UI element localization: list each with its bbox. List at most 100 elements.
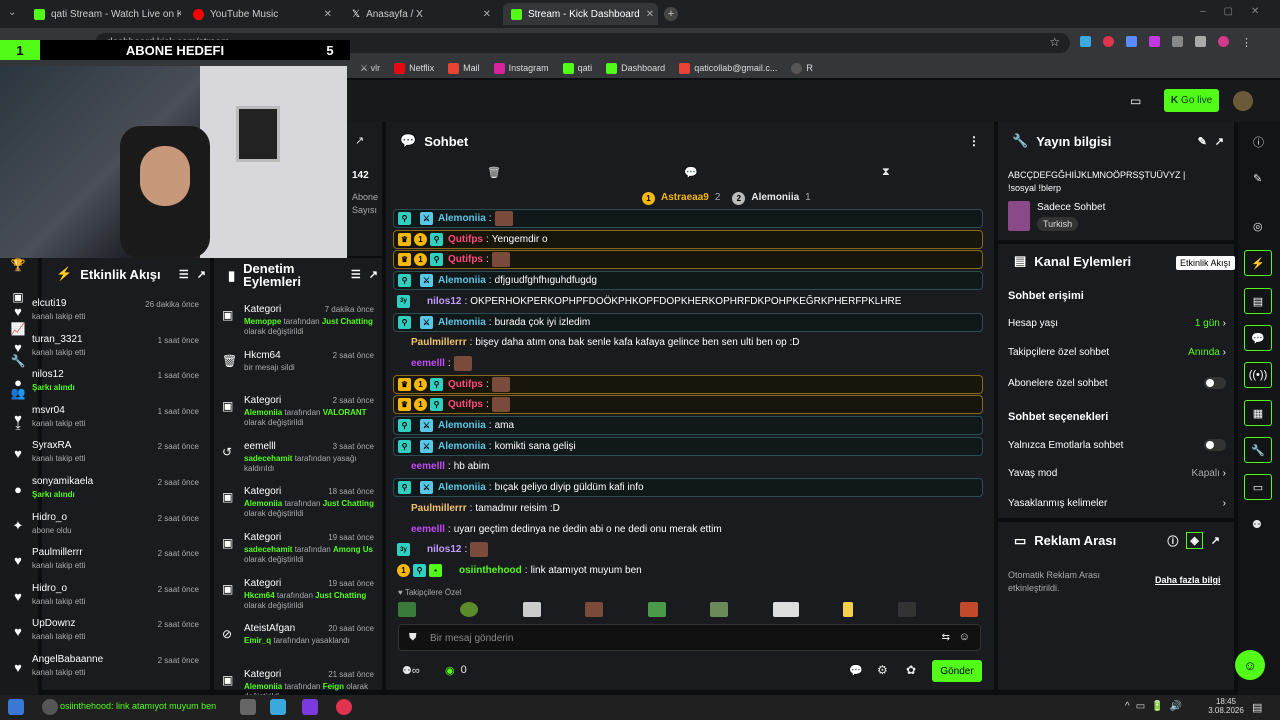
menu-dots-icon[interactable]: ⋮ [1241,36,1252,49]
emote-only-toggle[interactable] [1204,439,1226,451]
extension-icon[interactable] [1080,36,1091,47]
bookmark-qati[interactable]: qati [562,62,592,74]
emote-icon[interactable] [585,602,604,617]
hourglass-icon[interactable]: ⧗ [882,166,890,179]
emote-icon[interactable] [897,602,916,617]
chat-message[interactable]: ⚲ ⚔ Alemoniia: burada çok iyi izledim [393,312,983,332]
tab-kick-stream[interactable]: qati Stream - Watch Live on Kic✕ [26,3,181,25]
close-icon[interactable]: ✕ [646,9,654,20]
clock[interactable]: 18:45 3.08.2026 [1208,697,1244,715]
extension-icon[interactable] [1149,36,1160,47]
menu-dots-icon[interactable]: ⋮ [968,134,980,148]
mod-action-item[interactable]: 🗑 Hkcm64 2 saat önce bir mesajı sildi [218,348,376,394]
chat-message[interactable]: ♛ 1 ⚲ Qutifps: [393,250,983,270]
chat-message[interactable]: ♛ 1 ⚲ Qutifps: Yengemdir o [393,229,983,249]
channel-points[interactable]: ◉ 0 [445,664,467,677]
ad-settings-icon[interactable]: ◈ [1186,532,1203,549]
chat-message[interactable]: 1 ⚲ ▪ osiinthehood: link atamıyot muyum ben [393,561,983,580]
taskbar-app-icon[interactable] [240,699,256,715]
chat-message[interactable]: eemelll: [393,354,983,373]
popout-icon[interactable]: ↗ [369,269,378,282]
subscribers-only-toggle[interactable] [1204,377,1226,389]
gift-icon[interactable]: ✿ [906,663,916,677]
ad-break-toggle[interactable]: ▭ [1244,474,1272,500]
start-icon[interactable] [8,699,24,715]
close-icon[interactable]: ✕ [324,9,332,20]
emoji-icon[interactable]: ☺ [959,631,970,643]
mod-action-item[interactable]: ▣ Kategori 2 saat önce Alemoniia tarafın… [218,393,376,439]
tab-x[interactable]: 𝕏 Anasayfa / X ✕ [344,3,499,25]
setting-account-age[interactable]: Hesap yaşı 1 gün › [1008,318,1226,329]
trash-icon[interactable]: 🗑 [487,166,501,179]
chat-username[interactable]: Paulmillerrr [411,337,467,348]
points-infinity-icon[interactable]: ⚉∞ [402,664,420,677]
gifter-name[interactable]: Alemoniia [751,192,799,205]
event-item[interactable]: ✦ Hidro_o abone oldu 2 saat önce [8,510,203,546]
chat-message[interactable]: ⚲ ⚔ Alemoniia: [393,209,983,228]
emote-icon[interactable] [398,602,416,617]
event-item[interactable]: ● nilos12 Şarkı alındı 1 saat önce [8,367,203,403]
extension-icon[interactable] [1126,36,1137,47]
mod-action-item[interactable]: ▣ Kategori 18 saat önce Alemoniia tarafı… [218,484,376,530]
translate-icon[interactable]: ⇆ [942,632,950,643]
chat-username[interactable]: Qutifps [448,234,483,245]
chat-username[interactable]: osiinthehood [459,565,522,576]
headset-icon[interactable] [42,699,58,715]
setting-followers-only[interactable]: Takipçilere özel sohbet Anında › [1008,347,1226,358]
chat-icon[interactable]: 💬 [684,166,698,179]
stream-info-toggle[interactable]: 🔧 [1244,437,1272,463]
chat-username[interactable]: Qutifps [448,399,483,410]
chat-username[interactable]: eemelll [411,524,445,535]
event-item[interactable]: ● sonyamikaela Şarkı alındı 2 saat önce [8,474,203,510]
chat-message[interactable]: ⚲ ⚔ Alemoniia: ama [393,416,983,435]
chat-message[interactable]: 3y nilos12: OKPERHOKPERKOPHPFDOÖKPHKOPFDOP… [393,292,983,311]
bookmark-gmail[interactable]: qaticollab@gmail.c... [679,62,777,74]
emote-icon[interactable] [959,602,978,617]
chat-message[interactable]: ♛ 1 ⚲ Qutifps: [393,395,983,415]
chat-username[interactable]: eemelll [411,461,445,472]
chat-message[interactable]: Paulmillerrr: bişey daha atım ona bak sen… [393,333,983,352]
bookmark-instagram[interactable]: Instagram [493,62,549,74]
taskbar-app-icon[interactable] [336,699,352,715]
more-icon[interactable]: ⚉ [1252,518,1262,531]
event-feed-toggle[interactable]: ⚡ [1244,250,1272,276]
tab-youtube-music[interactable]: YouTube Music ✕ [185,3,340,25]
chat-message[interactable]: ⚲ ⚔ Alemoniia: bıçak geliyo diyip güldüm ka… [393,478,983,498]
event-item[interactable]: ♥ Hidro_o kanalı takip etti 2 saat önce [8,581,203,617]
mod-action-item[interactable]: ▣ Kategori 19 saat önce sadecehamit tara… [218,530,376,576]
close-icon[interactable]: ✕ [483,9,491,20]
vlr-bookmark-icon[interactable]: ⚔ vlr [360,63,380,74]
emote-icon[interactable] [522,602,541,617]
chat-username[interactable]: Alemoniia [438,317,486,328]
chat-message[interactable]: eemelll: uyarı geçtim dedinya ne dedin ab… [393,520,983,539]
setting-slow-mode[interactable]: Yavaş mod Kapalı › [1008,468,1226,479]
chat-username[interactable]: Qutifps [448,379,483,390]
support-chat-icon[interactable]: ☺ [1235,650,1265,680]
emote-icon[interactable] [460,602,479,617]
event-item[interactable]: ♥ AngelBabaanne kanalı takip etti 2 saat… [8,652,203,688]
camera-icon[interactable]: ◎ [1253,220,1263,233]
setting-banned-words[interactable]: Yasaklanmış kelimeler › [1008,498,1226,509]
emote-icon[interactable] [647,602,666,617]
filter-icon[interactable]: ☰ [351,269,361,282]
bookmark-dashboard[interactable]: Dashboard [606,62,665,74]
event-item[interactable]: ♥ elcuti19 kanalı takip etti 26 dakika ö… [8,296,203,332]
avatar[interactable] [1233,91,1253,111]
popout-icon[interactable]: ↗ [197,268,206,281]
event-item[interactable]: ♥ UpDownz kanalı takip etti 2 saat önce [8,616,203,652]
chat-username[interactable]: Alemoniia [438,420,486,431]
info-icon[interactable]: ⓘ [1167,533,1178,549]
chat-toggle[interactable]: 💬 [1244,325,1272,351]
mod-action-item[interactable]: ⊘ AteistAfgan 20 saat önce Emir_q tarafı… [218,621,376,667]
reading-list-icon[interactable] [1195,36,1206,47]
chat-message[interactable]: ⚲ ⚔ Alemoniia: komikti sana gelişi [393,436,983,456]
taskbar-app-icon[interactable] [270,699,286,715]
send-button[interactable]: Gönder [932,660,982,682]
event-item[interactable]: ♥ msvr04 kanalı takip etti 1 saat önce [8,403,203,439]
gear-icon[interactable]: ⚙ [877,663,888,677]
notification-icon[interactable]: ▤ [1252,701,1262,714]
mod-actions-toggle[interactable]: ▤ [1244,288,1272,314]
gifter-name[interactable]: Astraeaa9 [661,192,709,205]
system-tray-icons[interactable]: ^▭🔋🔊 [1125,701,1188,712]
info-icon[interactable]: ⓘ [1253,134,1264,150]
